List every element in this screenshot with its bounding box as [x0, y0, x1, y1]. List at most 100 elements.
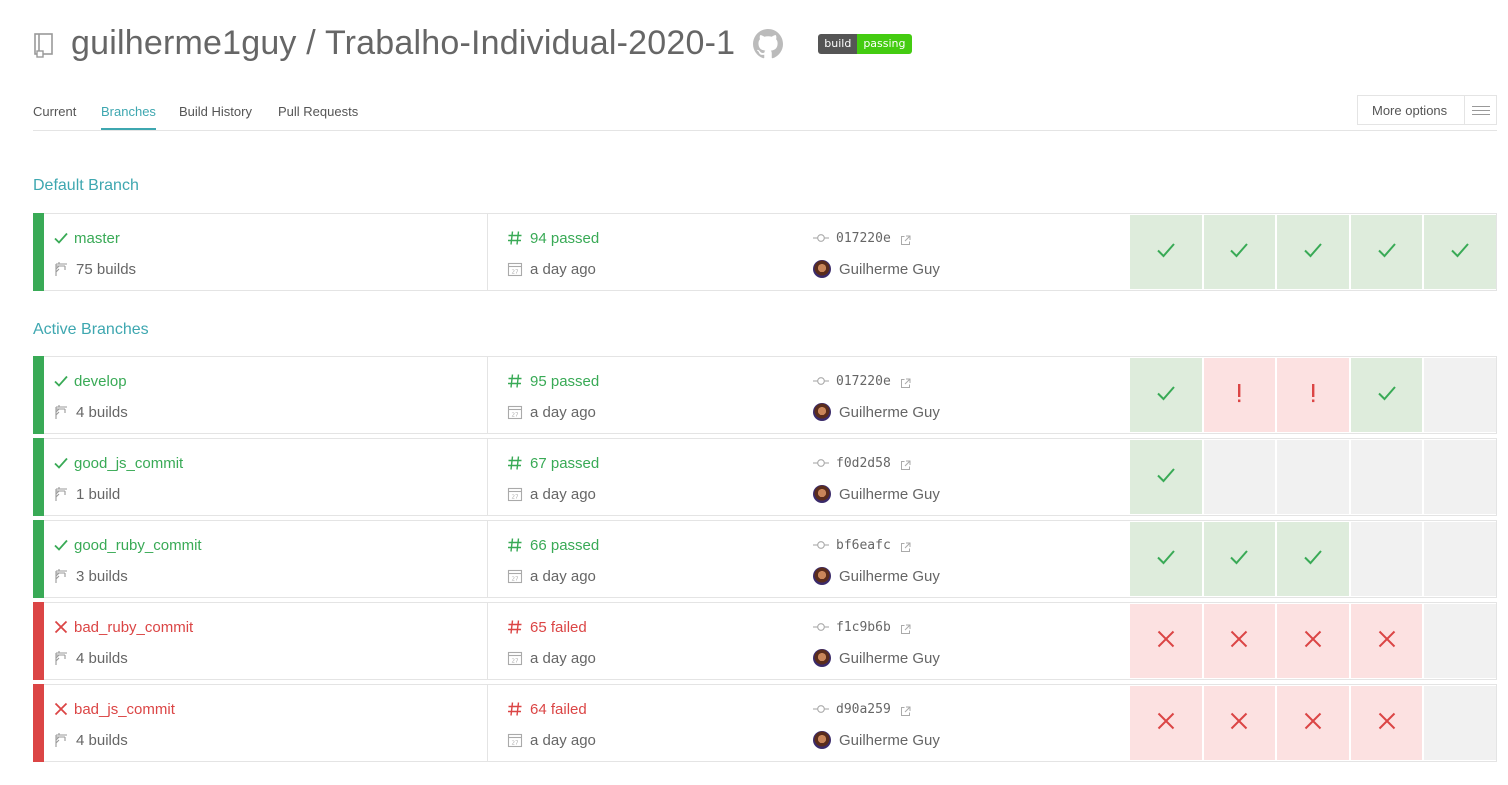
history-cell-passed[interactable] [1130, 440, 1202, 514]
history-cell-passed[interactable] [1424, 215, 1496, 289]
build-number-link[interactable]: 64 failed [530, 701, 587, 718]
crane-icon [53, 650, 69, 666]
history-cell-empty [1424, 358, 1496, 432]
repo-title[interactable]: guilherme1guy / Trabalho-Individual-2020… [71, 24, 735, 63]
commit-sha-link[interactable]: f0d2d58 [836, 456, 891, 471]
commit-author: Guilherme Guy [839, 485, 940, 503]
active-branches-heading: Active Branches [33, 321, 149, 338]
check-icon [1228, 239, 1250, 266]
check-icon [1155, 546, 1177, 573]
check-icon [1155, 464, 1177, 491]
history-cell-failed[interactable] [1203, 686, 1276, 760]
history-cell-errored[interactable] [1203, 358, 1276, 432]
crane-icon [53, 732, 69, 748]
cross-icon [1228, 710, 1250, 737]
history-cell-passed[interactable] [1277, 215, 1349, 289]
hash-icon [507, 537, 523, 553]
build-number-link[interactable]: 94 passed [530, 230, 599, 247]
build-number-link[interactable]: 95 passed [530, 373, 599, 390]
history-cell-failed[interactable] [1130, 604, 1202, 678]
commit-author: Guilherme Guy [839, 649, 940, 667]
commit-icon [813, 230, 829, 246]
external-link-icon[interactable] [900, 622, 911, 634]
history-cell-passed[interactable] [1130, 522, 1202, 596]
branch-row[interactable]: develop 4 builds 95 passed 27 a day ago … [33, 356, 1497, 434]
branch-name[interactable]: develop [74, 373, 127, 390]
history-cell-passed[interactable] [1350, 215, 1423, 289]
commit-sha-link[interactable]: bf6eafc [836, 538, 891, 553]
history-cell-passed[interactable] [1203, 215, 1276, 289]
branch-name[interactable]: bad_ruby_commit [74, 619, 193, 636]
branch-row[interactable]: bad_js_commit 4 builds 64 failed 27 a da… [33, 684, 1497, 762]
commit-sha-link[interactable]: d90a259 [836, 702, 891, 717]
check-icon [1302, 546, 1324, 573]
history-cell-passed[interactable] [1130, 358, 1202, 432]
branch-name[interactable]: good_ruby_commit [74, 537, 202, 554]
build-number-link[interactable]: 67 passed [530, 455, 599, 472]
history-cell-failed[interactable] [1130, 686, 1202, 760]
build-count: 4 builds [76, 731, 128, 749]
badge-label: build [818, 34, 858, 54]
history-cell-empty [1424, 440, 1496, 514]
build-history-tiles [1130, 357, 1496, 433]
hash-icon [507, 230, 523, 246]
history-cell-passed[interactable] [1277, 522, 1349, 596]
branch-row[interactable]: good_js_commit 1 build 67 passed 27 a da… [33, 438, 1497, 516]
build-time: a day ago [530, 649, 596, 667]
check-icon [1302, 239, 1324, 266]
build-number-link[interactable]: 65 failed [530, 619, 587, 636]
external-link-icon[interactable] [900, 540, 911, 552]
commit-sha-link[interactable]: 017220e [836, 374, 891, 389]
history-cell-errored[interactable] [1277, 358, 1349, 432]
commit-author: Guilherme Guy [839, 260, 940, 278]
commit-sha-link[interactable]: 017220e [836, 231, 891, 246]
history-cell-passed[interactable] [1203, 522, 1276, 596]
branch-name[interactable]: bad_js_commit [74, 701, 175, 718]
external-link-icon[interactable] [900, 458, 911, 470]
github-icon[interactable] [753, 29, 784, 59]
tab-branches[interactable]: Branches [101, 104, 156, 130]
tab-build-history[interactable]: Build History [179, 104, 252, 128]
build-status-badge[interactable]: build passing [818, 34, 912, 54]
build-time: a day ago [530, 485, 596, 503]
exclamation-icon [1228, 382, 1250, 409]
branch-name[interactable]: master [74, 230, 120, 247]
avatar [813, 485, 831, 503]
status-stripe [33, 602, 44, 680]
crane-icon [53, 404, 69, 420]
history-cell-failed[interactable] [1277, 686, 1349, 760]
commit-icon [813, 537, 829, 553]
branch-name[interactable]: good_js_commit [74, 455, 183, 472]
external-link-icon[interactable] [900, 233, 911, 245]
branch-row[interactable]: good_ruby_commit 3 builds 66 passed 27 a… [33, 520, 1497, 598]
more-options-button[interactable]: More options [1357, 95, 1497, 125]
history-cell-failed[interactable] [1350, 604, 1423, 678]
history-cell-failed[interactable] [1350, 686, 1423, 760]
hash-icon [507, 701, 523, 717]
cross-icon [53, 619, 69, 635]
tab-pull-requests[interactable]: Pull Requests [278, 104, 358, 128]
branch-row[interactable]: bad_ruby_commit 4 builds 65 failed 27 a … [33, 602, 1497, 680]
build-count: 4 builds [76, 403, 128, 421]
tab-current[interactable]: Current [33, 104, 76, 128]
history-cell-failed[interactable] [1277, 604, 1349, 678]
commit-info: 017220e Guilherme Guy [813, 214, 1123, 290]
build-number-link[interactable]: 66 passed [530, 537, 599, 554]
commit-info: bf6eafc Guilherme Guy [813, 521, 1123, 597]
cross-icon [1302, 710, 1324, 737]
cross-icon [1228, 628, 1250, 655]
external-link-icon[interactable] [900, 704, 911, 716]
branch-row[interactable]: master 75 builds 94 passed 27 a day ago … [33, 213, 1497, 291]
external-link-icon[interactable] [900, 376, 911, 388]
history-cell-failed[interactable] [1203, 604, 1276, 678]
calendar-icon: 27 [507, 732, 523, 748]
history-cell-passed[interactable] [1130, 215, 1202, 289]
branch-info: good_ruby_commit 3 builds [53, 521, 488, 597]
check-icon [53, 230, 69, 246]
more-options-label: More options [1372, 102, 1448, 118]
history-cell-passed[interactable] [1350, 358, 1423, 432]
branch-info: bad_js_commit 4 builds [53, 685, 488, 761]
commit-sha-link[interactable]: f1c9b6b [836, 620, 891, 635]
avatar [813, 731, 831, 749]
last-build: 94 passed 27 a day ago [507, 214, 807, 290]
